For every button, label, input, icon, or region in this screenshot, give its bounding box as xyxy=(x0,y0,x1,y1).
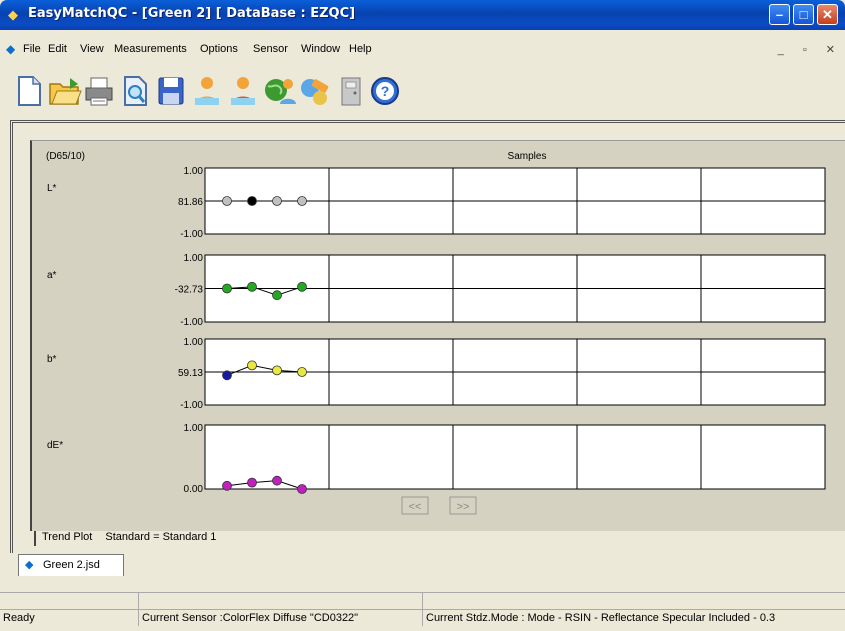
sensor-icon[interactable] xyxy=(298,74,332,108)
y-tick-top: 1.00 xyxy=(184,166,204,177)
chart-label: dE* xyxy=(47,440,63,451)
standard-icon[interactable] xyxy=(190,74,224,108)
document-icon: ◆ xyxy=(25,559,34,571)
window-title: EasyMatchQC - [Green 2] [ DataBase : EZQ… xyxy=(28,6,356,21)
y-tick-top: 1.00 xyxy=(184,423,204,434)
print-icon[interactable] xyxy=(82,74,116,108)
data-point[interactable] xyxy=(222,283,232,294)
menu-window[interactable]: Window xyxy=(301,43,340,55)
maximize-button[interactable]: □ xyxy=(793,4,814,25)
next-page-button[interactable]: >> xyxy=(449,496,477,515)
menu-bar: ◆ File Edit View Measurements Options Se… xyxy=(0,40,845,60)
tab-green-2[interactable]: ◆ Green 2.jsd xyxy=(18,554,124,576)
chart-label: b* xyxy=(47,354,57,365)
trend-plot-area: (D65/10) Samples L* 1.00 81.86 -1.00 a* 1.00 -… xyxy=(30,140,845,531)
mdi-window-controls[interactable]: _ ▫ ✕ xyxy=(778,43,843,56)
svg-text:?: ? xyxy=(381,83,390,99)
svg-text:>>: >> xyxy=(457,501,470,513)
menu-options[interactable]: Options xyxy=(200,43,238,55)
exit-icon[interactable] xyxy=(334,74,368,108)
toolbar: ? xyxy=(0,68,845,114)
chart-a-star: a* 1.00 -32.73 -1.00 xyxy=(47,253,826,328)
y-tick-mid: 81.86 xyxy=(178,197,203,208)
chart-de-star: dE* 1.00 0.00 xyxy=(47,423,826,495)
prev-page-button[interactable]: << xyxy=(401,496,429,515)
document-icon[interactable]: ◆ xyxy=(6,42,15,56)
trend-footer: Trend Plot Standard = Standard 1 xyxy=(34,531,845,546)
menu-sensor[interactable]: Sensor xyxy=(253,43,288,55)
data-point[interactable] xyxy=(222,370,232,381)
data-point[interactable] xyxy=(222,196,232,206)
data-point[interactable] xyxy=(272,290,282,301)
tab-label: Green 2.jsd xyxy=(43,559,100,571)
status-mode: Current Stdz.Mode : Mode - RSIN - Reflec… xyxy=(422,609,845,626)
y-tick-bottom: -1.00 xyxy=(180,400,203,411)
chart-label: a* xyxy=(47,270,57,281)
menu-view[interactable]: View xyxy=(80,43,104,55)
y-tick-top: 1.00 xyxy=(184,253,204,264)
trend-plot: (D65/10) Samples L* 1.00 81.86 -1.00 a* 1.00 -… xyxy=(46,151,826,515)
y-tick-mid: -32.73 xyxy=(175,285,204,296)
y-tick-top: 1.00 xyxy=(184,337,204,348)
y-tick-bottom: 0.00 xyxy=(184,484,204,495)
data-point[interactable] xyxy=(297,281,307,292)
menu-file[interactable]: File xyxy=(23,43,41,55)
data-point[interactable] xyxy=(297,367,307,377)
data-point[interactable] xyxy=(247,281,257,292)
samples-header: Samples xyxy=(508,151,547,162)
app-icon[interactable]: ◆ xyxy=(8,7,18,23)
database-icon[interactable] xyxy=(262,74,296,108)
status-ready: Ready xyxy=(0,609,138,626)
help-icon[interactable]: ? xyxy=(368,74,402,108)
data-point[interactable] xyxy=(297,484,307,494)
data-point[interactable] xyxy=(247,360,257,371)
trend-plot-label: Trend Plot xyxy=(42,531,93,543)
open-folder-icon[interactable] xyxy=(48,74,82,108)
title-bar: ◆ EasyMatchQC - [Green 2] [ DataBase : E… xyxy=(0,0,845,30)
data-point[interactable] xyxy=(297,196,307,206)
data-point[interactable] xyxy=(272,365,282,376)
minimize-button[interactable]: – xyxy=(769,4,790,25)
data-point[interactable] xyxy=(222,480,232,491)
menu-measurements[interactable]: Measurements xyxy=(114,43,187,55)
print-preview-icon[interactable] xyxy=(118,74,152,108)
menu-help[interactable]: Help xyxy=(349,43,372,55)
menu-edit[interactable]: Edit xyxy=(48,43,67,55)
illuminant-label: (D65/10) xyxy=(46,151,85,162)
close-button[interactable]: ✕ xyxy=(817,4,838,25)
data-point[interactable] xyxy=(247,196,257,206)
status-sensor: Current Sensor :ColorFlex Diffuse "CD032… xyxy=(138,609,422,626)
data-point[interactable] xyxy=(247,477,257,488)
y-tick-mid: 59.13 xyxy=(178,368,203,379)
status-bar: Ready Current Sensor :ColorFlex Diffuse … xyxy=(0,592,845,631)
save-icon[interactable] xyxy=(154,74,188,108)
data-point[interactable] xyxy=(272,475,282,486)
chart-frame xyxy=(204,424,826,490)
data-point[interactable] xyxy=(272,196,282,206)
svg-text:<<: << xyxy=(409,501,422,513)
chart-b-star: b* 1.00 59.13 -1.00 xyxy=(47,337,826,411)
standard-label: Standard = Standard 1 xyxy=(105,531,217,543)
sample-icon[interactable] xyxy=(226,74,260,108)
chart-l-star: L* 1.00 81.86 -1.00 xyxy=(47,166,826,240)
chart-label: L* xyxy=(47,183,57,194)
new-document-icon[interactable] xyxy=(12,74,46,108)
y-tick-bottom: -1.00 xyxy=(180,229,203,240)
y-tick-bottom: -1.00 xyxy=(180,317,203,328)
